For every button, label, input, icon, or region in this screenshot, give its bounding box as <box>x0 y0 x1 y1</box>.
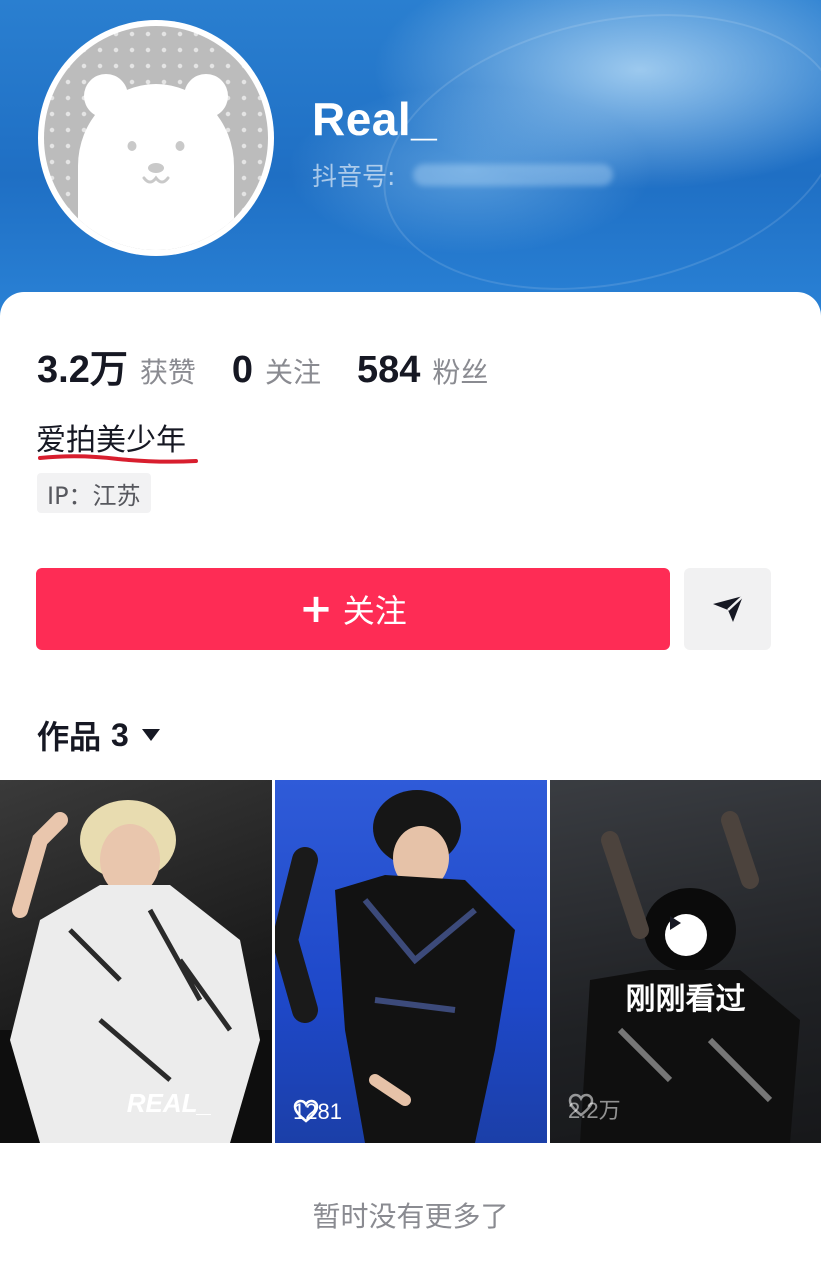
avatar[interactable] <box>38 20 274 256</box>
just-watched-label: 刚刚看过 <box>625 982 746 1017</box>
video-thumbnail[interactable]: 刚刚看过 2.2万 <box>550 780 821 1143</box>
no-more-content-text: 暂时没有更多了 <box>312 1200 509 1233</box>
follow-button[interactable]: + 关注 <box>36 568 670 650</box>
stat-followers[interactable]: 584 粉丝 <box>357 349 488 392</box>
heart-icon <box>293 1099 319 1123</box>
username: Real_ <box>312 93 438 145</box>
stat-likes-label: 获赞 <box>139 356 196 389</box>
watched-overlay <box>550 780 821 1143</box>
video-thumbnail[interactable]: 1281 <box>275 780 547 1143</box>
play-icon <box>665 914 707 956</box>
stat-following-label: 关注 <box>264 356 321 389</box>
douyin-id[interactable]: 抖音号: <box>312 157 614 193</box>
stat-following-value: 0 <box>231 349 253 391</box>
stat-likes[interactable]: 3.2万 获赞 <box>37 338 196 393</box>
send-message-button[interactable] <box>684 568 771 650</box>
stats-row: 3.2万 获赞 0 关注 584 粉丝 <box>37 338 524 393</box>
video-thumbnail[interactable]: REAL_ <box>0 780 272 1143</box>
video-likes: 2.2万 <box>568 1093 621 1125</box>
bio-underline-annotation <box>38 454 198 464</box>
douyin-id-blurred-value <box>413 164 614 186</box>
send-arrow-icon <box>712 595 744 622</box>
avatar-image <box>44 26 268 250</box>
video-likes: 1281 <box>293 1099 342 1125</box>
douyin-id-label: 抖音号: <box>312 162 396 191</box>
tab-works[interactable]: 作品 3 <box>37 712 161 758</box>
tab-works-label: 作品 <box>37 718 102 756</box>
bear-icon <box>78 74 234 250</box>
stat-following[interactable]: 0 关注 <box>232 349 321 392</box>
heart-icon <box>568 1093 594 1117</box>
play-triangle-icon <box>670 916 681 930</box>
plus-icon: + <box>299 586 333 632</box>
stat-likes-value: 3.2万 <box>37 349 128 391</box>
video-grid: REAL_ 1281 刚刚看过 2.2万 <box>0 780 821 1143</box>
performer-image <box>275 790 515 1143</box>
follow-button-label: 关注 <box>342 592 407 630</box>
tab-works-count: 3 <box>111 716 129 753</box>
caret-down-icon <box>141 729 160 741</box>
video-watermark: REAL_ <box>126 1088 212 1118</box>
stat-followers-label: 粉丝 <box>432 356 489 389</box>
stat-followers-value: 584 <box>357 349 421 391</box>
ip-location-tag: IP：江苏 <box>37 473 151 513</box>
